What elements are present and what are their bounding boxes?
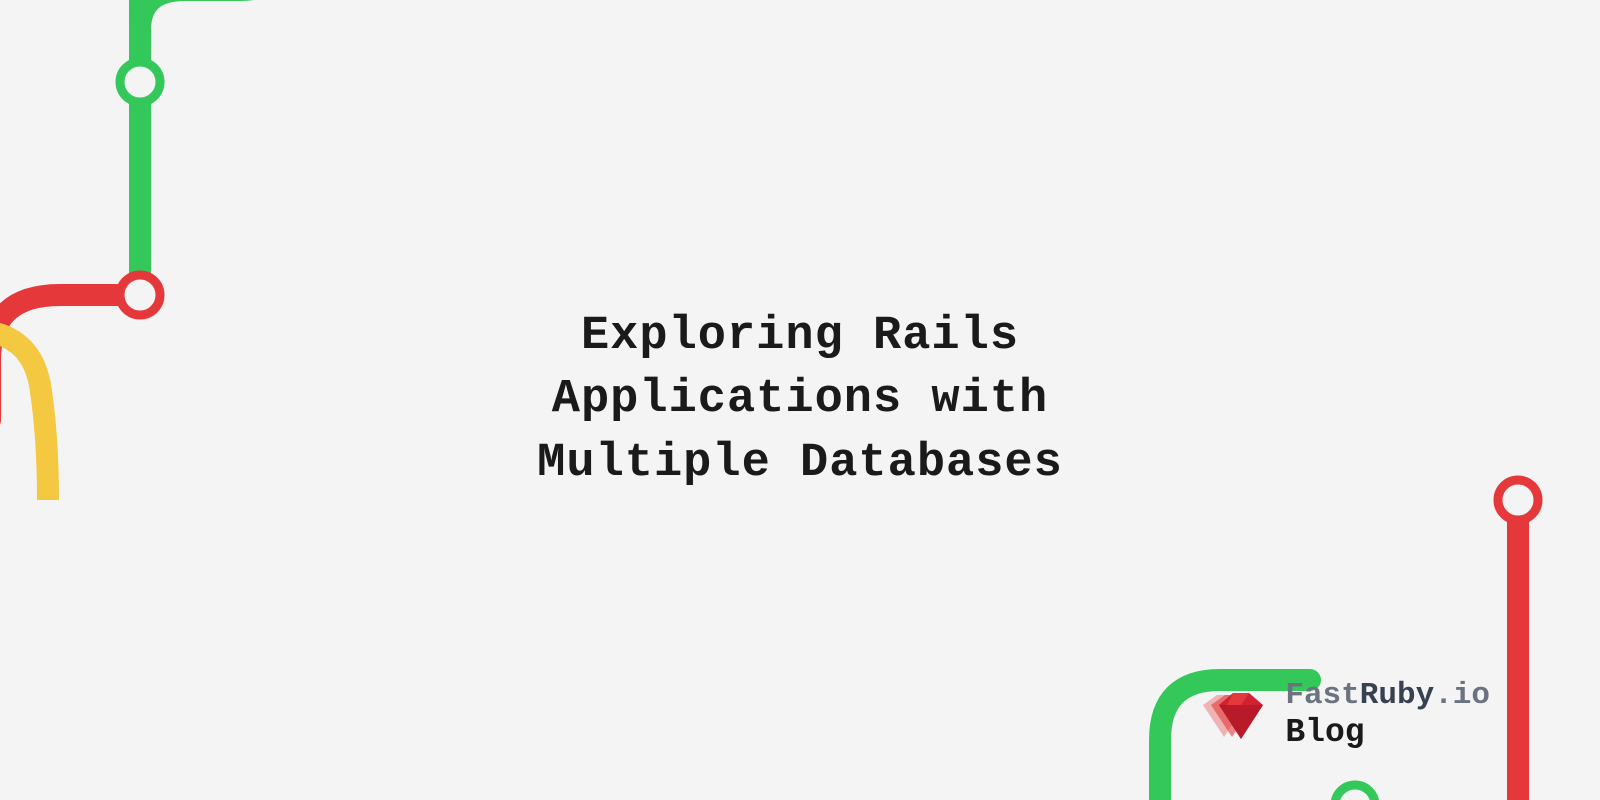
ruby-icon xyxy=(1199,687,1269,743)
brand-badge: FastRuby.io Blog xyxy=(1199,678,1490,752)
page-title: Exploring Rails Applications with Multip… xyxy=(537,305,1063,495)
brand-bold: Ruby xyxy=(1360,678,1434,713)
brand-suffix: .io xyxy=(1434,678,1490,713)
brand-prefix: Fast xyxy=(1285,678,1359,713)
brand-text: FastRuby.io Blog xyxy=(1285,678,1490,752)
brand-subtitle: Blog xyxy=(1285,714,1490,752)
decoration-top-left xyxy=(0,0,350,500)
